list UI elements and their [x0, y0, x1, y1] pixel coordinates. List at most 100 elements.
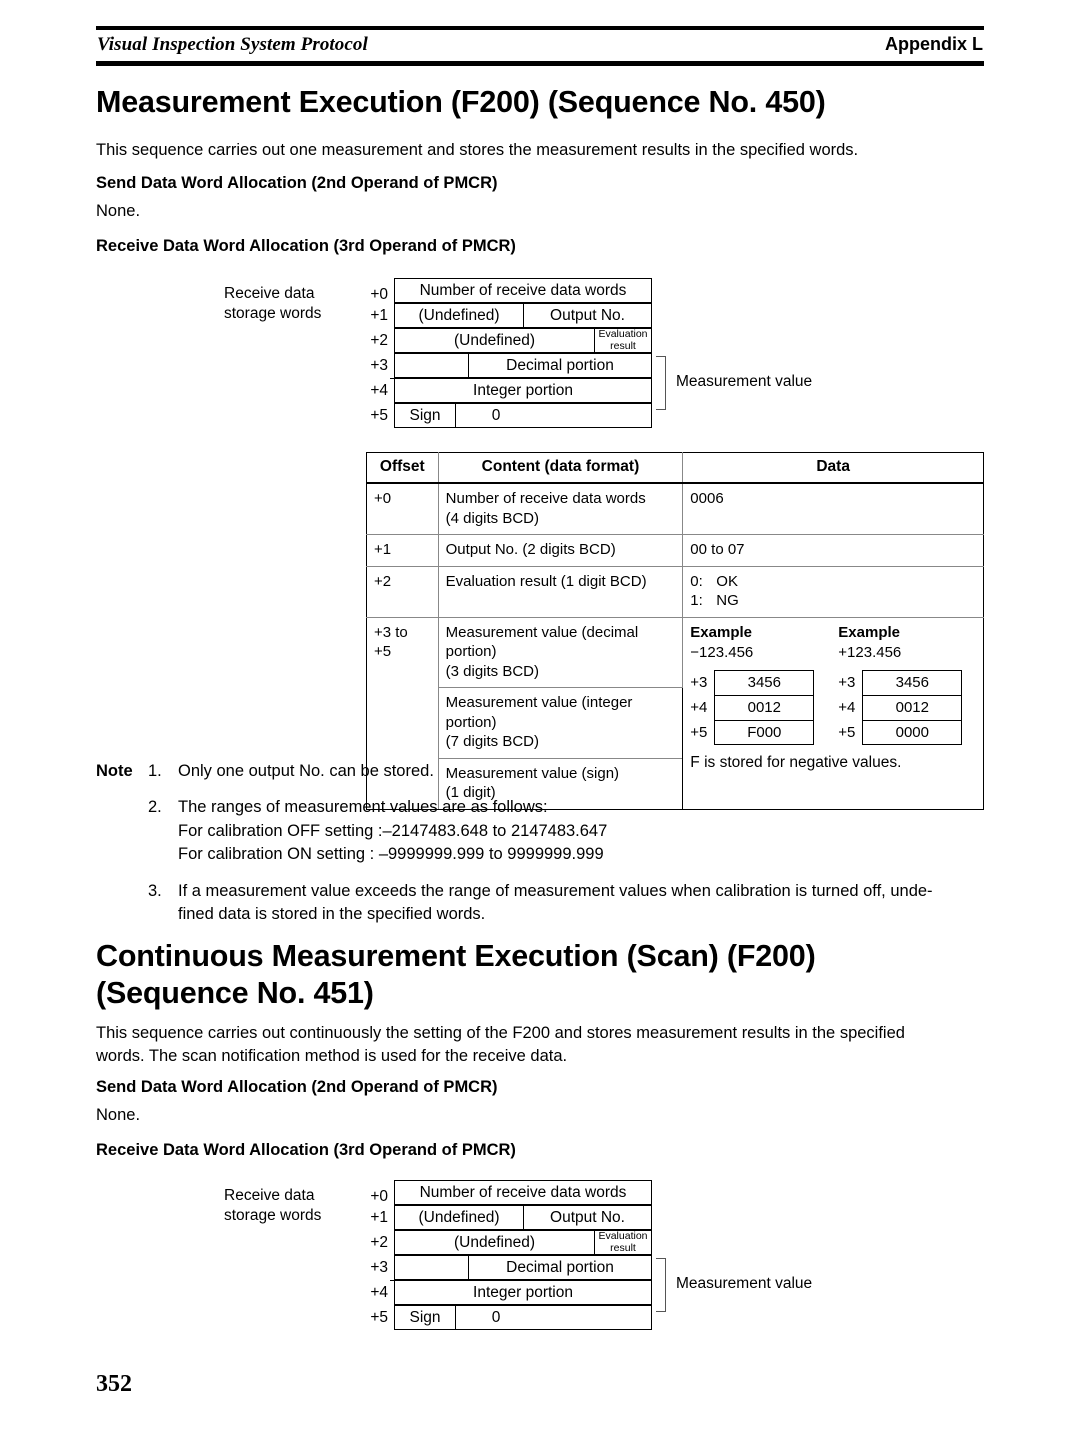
example-negative-word-3: 3456 [714, 669, 815, 695]
section2-heading: Continuous Measurement Execution (Scan) … [96, 938, 986, 1012]
example-positive-offset-5: +5 [838, 723, 856, 741]
note-2-line-2: For calibration OFF setting :–2147483.64… [178, 821, 608, 840]
row0-content-line2: (4 digits BCD) [445, 509, 539, 527]
diagram2-offset-column: +0 +1 +2 +3 +4 +5 [358, 1180, 388, 1330]
diagram-offset-4: +4 [370, 382, 388, 399]
diagram2-cell-number-of-receive-data-words: Number of receive data words [394, 1180, 652, 1205]
example-negative-offset-5: +5 [690, 723, 708, 741]
example-negative-offset-3: +3 [690, 673, 708, 691]
diagram-offset-3: +3 [370, 357, 388, 374]
section2-send-value: None. [96, 1106, 141, 1124]
diagram-row-4: Integer portion [394, 378, 652, 403]
measurement-content-integer-line1: Measurement value (integer portion) [445, 694, 633, 731]
receive-data-word-diagram-1: Receive data storage words +0 +1 +2 +3 +… [224, 278, 844, 430]
note-item-2: 2. The ranges of measurement values are … [96, 796, 986, 866]
measurement-content-decimal: Measurement value (decimal portion) (3 d… [437, 616, 684, 689]
diagram-offset-column: +0 +1 +2 +3 +4 +5 [358, 278, 388, 428]
table-row: +2 Evaluation result (1 digit BCD) 0: OK… [366, 565, 984, 618]
example-positive-word-3: 3456 [862, 669, 963, 695]
diagram-cell-zero: 0 [455, 403, 537, 428]
row2-key-0: 0: [690, 572, 703, 590]
diagram-offset-5: +5 [370, 407, 388, 424]
note-3-line-1: If a measurement value exceeds the range… [178, 881, 933, 900]
diagram2-cell-blank-3 [394, 1255, 469, 1280]
table-header-row: Offset Content (data format) Data [366, 452, 984, 485]
row0-content-line1: Number of receive data words [445, 490, 646, 508]
receive-data-word-diagram-2: Receive data storage words +0 +1 +2 +3 +… [224, 1180, 844, 1332]
diagram-cell-evaluation-result: Evaluation result [594, 328, 652, 353]
diagram-row-0: Number of receive data words [394, 278, 652, 303]
section1-intro: This sequence carries out one measuremen… [96, 141, 859, 159]
diagram2-cell-undefined-1: (Undefined) [394, 1205, 524, 1230]
note-2-text: The ranges of measurement values are as … [178, 796, 986, 866]
diagram-side-label: Receive data storage words [224, 284, 356, 325]
offset-data-table: Offset Content (data format) Data +0 Num… [366, 452, 984, 810]
note-item-1: Note 1. Only one output No. can be store… [96, 760, 986, 783]
note-2-line-3: For calibration ON setting : –9999999.99… [178, 845, 604, 864]
note-item-3: 3. If a measurement value exceeds the ra… [96, 880, 986, 927]
example-positive-line-3: +3 3456 [838, 669, 963, 695]
table-col-offset: Offset [366, 452, 439, 485]
diagram-cell-output-no: Output No. [523, 303, 652, 328]
diagram2-cell-integer-portion: Integer portion [394, 1280, 652, 1305]
diagram2-measurement-value-brace-label: Measurement value [676, 1275, 813, 1292]
page-number: 352 [96, 1371, 132, 1397]
diagram-cell-blank-3 [394, 353, 469, 378]
row2-key-1: 1: [690, 592, 703, 610]
header-rule-bottom [96, 61, 984, 66]
diagram-offset-0: +0 [370, 286, 388, 303]
diagram2-side-label-line2: storage words [224, 1207, 322, 1225]
example-negative-word-4: 0012 [714, 694, 815, 720]
diagram2-offset-0: +0 [370, 1188, 388, 1205]
row2-val-1: NG [716, 592, 739, 610]
diagram-cell-undefined-2: (Undefined) [394, 328, 595, 353]
section2-heading-line1: Continuous Measurement Execution (Scan) … [96, 939, 816, 973]
diagram-cell-sign: Sign [394, 403, 456, 428]
note-1-number: 1. [148, 762, 162, 780]
measurement-value-brace-label: Measurement value [676, 373, 813, 390]
section2-intro-line2: words. The scan notification method is u… [96, 1046, 568, 1065]
diagram2-cell-blank-5 [536, 1305, 652, 1330]
diagram-cell-integer-portion: Integer portion [394, 378, 652, 403]
table-col-content: Content (data format) [437, 452, 684, 485]
diagram-cell-undefined-1: (Undefined) [394, 303, 524, 328]
diagram2-cell-sign: Sign [394, 1305, 456, 1330]
diagram2-row-0: Number of receive data words [394, 1180, 652, 1205]
header-row: Visual Inspection System Protocol Append… [96, 30, 984, 59]
section2-intro: This sequence carries out continuously t… [96, 1022, 986, 1068]
table-row: +3 to +5 Measurement value (decimal port… [366, 616, 984, 810]
row1-content: Output No. (2 digits BCD) [437, 534, 684, 567]
diagram2-row-2: (Undefined) Evaluation result [394, 1230, 652, 1255]
row2-offset: +2 [366, 565, 439, 618]
example-negative-line-3: +3 3456 [690, 669, 815, 695]
example-positive-offset-3: +3 [838, 673, 856, 691]
example-positive-line-4: +4 0012 [838, 694, 963, 720]
diagram-cell-decimal-portion: Decimal portion [468, 353, 652, 378]
diagram2-evaluation-result-line2: result [610, 1241, 636, 1254]
example-negative-offset-4: +4 [690, 698, 708, 716]
diagram-row-5: Sign 0 [394, 403, 652, 428]
section1-heading: Measurement Execution (F200) (Sequence N… [96, 85, 826, 119]
examples-wrapper: Example −123.456 +3 3456 +4 0012 +5 F000… [690, 623, 976, 745]
measurement-value-brace [656, 356, 666, 410]
note-gap-1 [96, 783, 986, 796]
table-row: +0 Number of receive data words (4 digit… [366, 482, 984, 536]
table-row: +1 Output No. (2 digits BCD) 00 to 07 [366, 534, 984, 567]
page-header: Visual Inspection System Protocol Append… [96, 26, 984, 66]
example-negative-line-4: +4 0012 [690, 694, 815, 720]
diagram2-cell-evaluation-result: Evaluation result [594, 1230, 652, 1255]
section1-receive-heading: Receive Data Word Allocation (3rd Operan… [96, 237, 516, 255]
section2-heading-line2: (Sequence No. 451) [96, 976, 374, 1011]
diagram-offset-1: +1 [370, 307, 388, 324]
diagram2-row-5: Sign 0 [394, 1305, 652, 1330]
diagram2-row-4: Integer portion [394, 1280, 652, 1305]
measurement-content-integer-line2: (7 digits BCD) [445, 733, 539, 751]
measurement-group-offset-line2: +5 [374, 643, 392, 661]
note-gap-2 [96, 867, 986, 880]
example-positive-title: Example [838, 623, 900, 641]
row0-data: 0006 [682, 482, 984, 536]
diagram2-row-1: (Undefined) Output No. [394, 1205, 652, 1230]
diagram-grid: Number of receive data words (Undefined)… [394, 278, 652, 428]
diagram2-cell-zero: 0 [455, 1305, 537, 1330]
row2-content: Evaluation result (1 digit BCD) [437, 565, 684, 618]
